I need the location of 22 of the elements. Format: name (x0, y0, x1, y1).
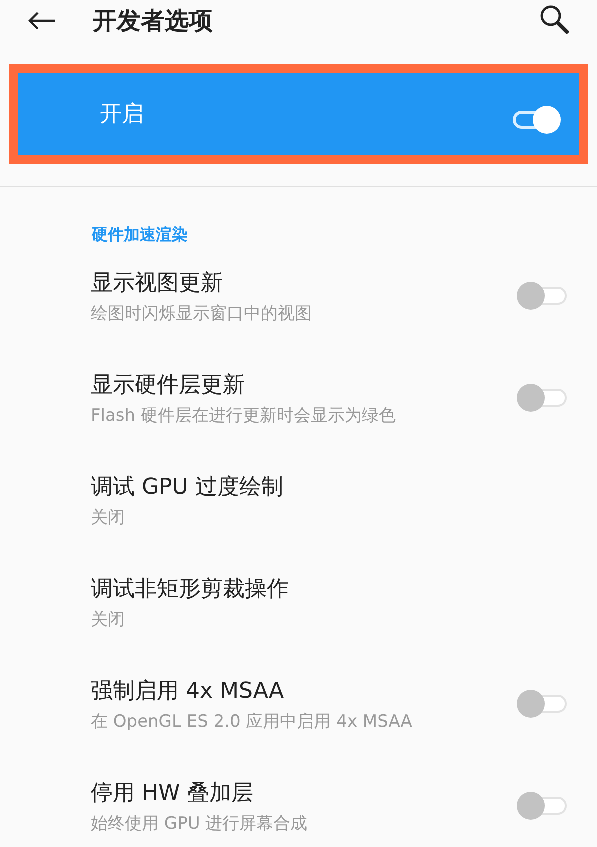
setting-title: 调试非矩形剪裁操作 (91, 576, 289, 604)
back-arrow-icon[interactable] (27, 11, 57, 31)
switch-label: 开启 (100, 101, 144, 129)
toggle-switch[interactable] (517, 791, 569, 821)
toggle-switch[interactable] (517, 689, 569, 719)
setting-summary: 绘图时闪烁显示窗口中的视图 (91, 303, 312, 326)
setting-title: 停用 HW 叠加层 (91, 780, 254, 808)
setting-summary: 在 OpenGL ES 2.0 应用中启用 4x MSAA (91, 711, 412, 734)
setting-title: 调试 GPU 过度绘制 (91, 474, 284, 502)
master-switch-row[interactable]: 开启 (9, 64, 588, 164)
screen-title: 开发者选项 (93, 6, 213, 37)
setting-summary: 关闭 (91, 507, 125, 530)
setting-summary: Flash 硬件层在进行更新时会显示为绿色 (91, 405, 396, 428)
search-icon[interactable] (539, 4, 571, 36)
setting-title: 强制启用 4x MSAA (91, 678, 284, 706)
setting-summary: 始终使用 GPU 进行屏幕合成 (91, 813, 308, 836)
toggle-switch[interactable] (517, 281, 569, 311)
section-header: 硬件加速渲染 (90, 224, 189, 246)
toggle-switch[interactable] (517, 383, 569, 413)
setting-title: 显示视图更新 (91, 270, 223, 298)
setting-summary: 关闭 (91, 609, 125, 632)
setting-title: 显示硬件层更新 (91, 372, 245, 400)
